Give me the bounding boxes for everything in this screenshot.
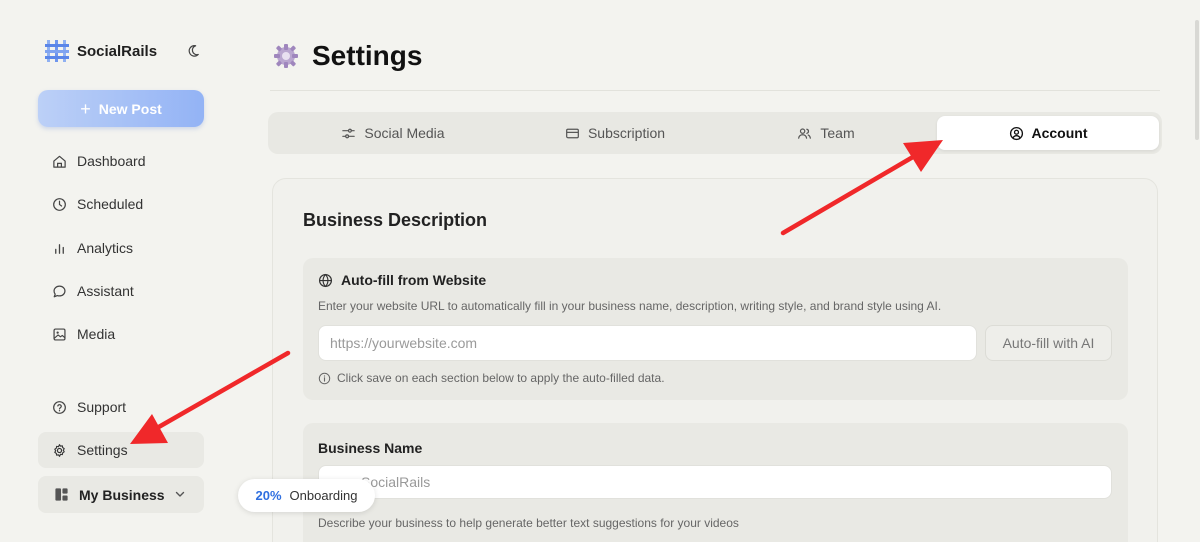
sidebar-item-label: Support (77, 399, 127, 415)
tab-social-media[interactable]: Social Media (283, 116, 503, 150)
autofill-title: Auto-fill from Website (341, 272, 487, 288)
sidebar-item-label: Assistant (77, 283, 134, 299)
chevron-down-icon (175, 491, 185, 497)
page-scrollbar[interactable] (1194, 0, 1200, 542)
sliders-icon (342, 128, 356, 138)
sidebar-item-scheduled[interactable]: Scheduled (38, 186, 204, 222)
autofill-note: Click save on each section below to appl… (318, 371, 665, 385)
sidebar-item-label: Settings (77, 442, 128, 458)
business-switcher[interactable]: My Business (38, 476, 204, 513)
sidebar: SocialRails + New Post Dashboard Schedul… (0, 0, 240, 542)
info-icon (318, 372, 331, 384)
credit-card-icon (566, 128, 579, 138)
onboarding-label: Onboarding (289, 488, 358, 503)
business-switcher-label: My Business (79, 486, 165, 503)
sidebar-item-media[interactable]: Media (38, 316, 204, 352)
autofill-note-text: Click save on each section below to appl… (337, 371, 665, 385)
help-circle-icon (53, 400, 66, 414)
page-header: Settings (272, 40, 422, 72)
section-title: Business Description (303, 210, 488, 230)
tab-subscription[interactable]: Subscription (505, 116, 725, 150)
sidebar-item-label: Scheduled (77, 196, 144, 212)
business-name-input[interactable] (318, 465, 1112, 499)
onboarding-percent: 20% (255, 488, 282, 503)
website-url-input[interactable] (318, 325, 977, 361)
sidebar-item-label: Dashboard (77, 153, 146, 169)
chat-icon (53, 285, 66, 297)
settings-tabs: Social Media Subscription Team Account (268, 112, 1162, 154)
settings-gear-icon (274, 44, 298, 68)
tab-team[interactable]: Team (716, 116, 936, 150)
users-icon (798, 127, 812, 139)
home-icon (53, 155, 66, 168)
page-title: Settings (312, 40, 423, 71)
sidebar-item-dashboard[interactable]: Dashboard (38, 143, 204, 179)
scrollbar-thumb[interactable] (1195, 20, 1199, 140)
globe-icon (318, 273, 333, 287)
sidebar-item-label: Analytics (77, 240, 134, 256)
tab-label: Team (820, 125, 855, 141)
sidebar-item-settings[interactable]: Settings (38, 432, 204, 468)
bar-chart-icon (55, 243, 64, 254)
sidebar-item-support[interactable]: Support (38, 389, 204, 425)
autofill-description: Enter your website URL to automatically … (318, 299, 942, 313)
gear-icon (54, 443, 65, 457)
autofill-with-ai-button[interactable]: Auto-fill with AI (985, 325, 1112, 361)
business-name-label: Business Name (318, 440, 423, 456)
layout-icon (55, 488, 68, 501)
clock-icon (53, 197, 66, 211)
brand-name: SocialRails (77, 42, 158, 60)
image-icon (53, 327, 66, 341)
sidebar-item-assistant[interactable]: Assistant (38, 273, 204, 309)
tab-label: Social Media (364, 125, 445, 141)
brand[interactable]: SocialRails (45, 40, 157, 62)
moon-icon[interactable] (186, 44, 200, 58)
tab-account[interactable]: Account (937, 116, 1159, 150)
new-post-button[interactable]: + New Post (38, 90, 204, 127)
socialrails-logo-icon (45, 40, 69, 62)
autofill-heading: Auto-fill from Website (318, 272, 486, 288)
user-circle-icon (1009, 126, 1023, 140)
onboarding-progress-pill[interactable]: 20% Onboarding (238, 479, 375, 512)
sidebar-item-label: Media (77, 326, 116, 342)
tab-label: Account (1031, 125, 1088, 141)
business-name-help: Describe your business to help generate … (318, 516, 739, 530)
plus-icon: + (80, 98, 91, 119)
sidebar-item-analytics[interactable]: Analytics (38, 230, 204, 266)
tab-label: Subscription (587, 125, 666, 141)
header-divider (270, 90, 1160, 91)
new-post-label: New Post (98, 100, 162, 117)
